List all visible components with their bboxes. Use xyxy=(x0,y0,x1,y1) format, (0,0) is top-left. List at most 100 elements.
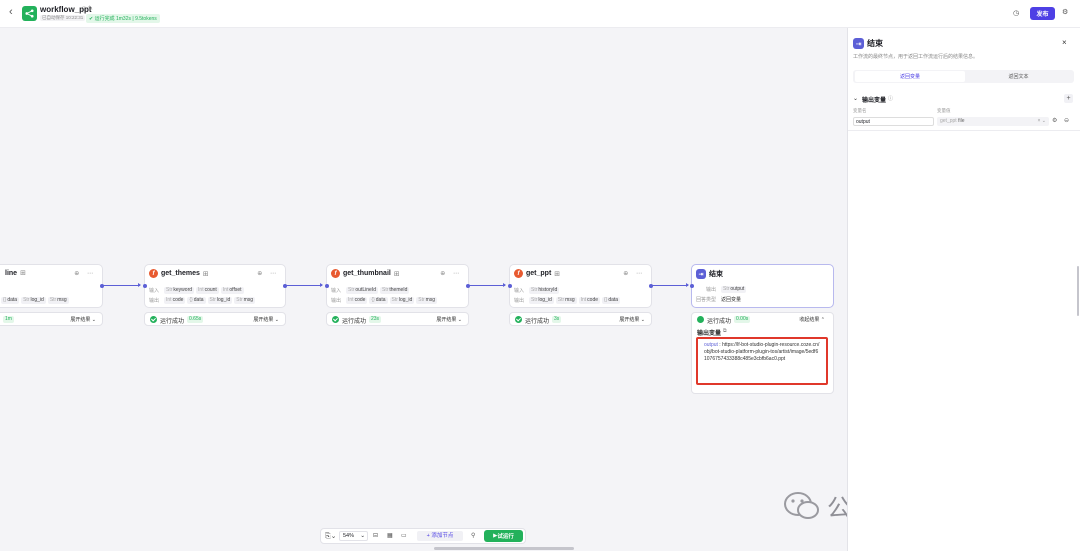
node-info-icon[interactable]: ⊞ xyxy=(20,269,26,277)
input-port[interactable] xyxy=(143,284,147,288)
node-info-icon[interactable]: ⊞ xyxy=(554,270,560,278)
help-icon[interactable]: ⓘ xyxy=(888,95,893,102)
edit-icon[interactable]: ✎ xyxy=(88,5,93,12)
node-title: get_ppt xyxy=(526,270,552,277)
edge-thumbnail-ppt xyxy=(469,285,505,286)
history-icon[interactable]: ◷ xyxy=(1013,9,1019,17)
run-result-bar: 运行成功 3s 展开结果 ⌄ xyxy=(509,312,652,326)
node-info-icon[interactable]: ⊞ xyxy=(203,270,209,278)
tab-return-variable[interactable]: 返回变量 xyxy=(855,71,965,82)
expand-result-button[interactable]: 展开结果 ⌄ xyxy=(619,316,645,323)
run-status: 运行成功 xyxy=(160,319,185,325)
publish-button[interactable]: 发布 xyxy=(1030,7,1055,20)
output-tag: Intcode xyxy=(164,297,186,304)
interaction-mode-icon[interactable]: ⎘⌄ xyxy=(325,532,336,541)
node-get-ppt[interactable]: f get_ppt ⊞ ⊕ ⋯ 输入 StrhistoryId 输出 Strlog_… xyxy=(508,264,653,308)
node-outline[interactable]: line ⊞ ⊕ ⋯ {}data Strlog_id Strmsg xyxy=(0,264,104,308)
node-menu-icon[interactable]: ⊕ ⋯ xyxy=(257,270,279,277)
run-time-badge: 23s xyxy=(369,316,382,323)
variable-value-select[interactable]: get_ppt file × ⌄ xyxy=(937,117,1049,126)
node-menu-icon[interactable]: ⊕ ⋯ xyxy=(623,270,645,277)
output-port[interactable] xyxy=(100,284,104,288)
node-end[interactable]: ⇥ 结束 输出 Stroutput 回答类型 返回变量 xyxy=(690,264,834,308)
panel-scrollbar[interactable] xyxy=(1077,266,1079,316)
output-tag: Strmsg xyxy=(234,297,256,304)
output-tag: {}data xyxy=(187,297,206,304)
settings-icon[interactable]: ⚙ xyxy=(1062,8,1068,16)
add-node-button[interactable]: + 添加节点 xyxy=(417,531,463,541)
node-menu-icon[interactable]: ⊕ ⋯ xyxy=(440,270,462,277)
node-get-thumbnail[interactable]: f get_thumbnail ⊞ ⊕ ⋯ 输入 StroutLineId Strt… xyxy=(325,264,470,308)
node-info-icon[interactable]: ⊞ xyxy=(394,270,400,278)
run-status-badge: ✔ 运行完成 1m32s | 9.5tokens xyxy=(86,14,160,23)
plugin-icon: f xyxy=(331,269,340,278)
expand-result-button[interactable]: 展开结果 ⌄ xyxy=(436,316,462,323)
node-outputs: 输出 Intcode {}data Strlog_id Strmsg xyxy=(149,297,256,304)
expand-result-button[interactable]: 展开结果 ⌄ xyxy=(253,316,279,323)
column-header-name: 变量名 xyxy=(853,108,867,113)
end-node-settings-panel: ⇥ 结束 × 工作流的最终节点，用于返回工作流运行后的结果信息。 返回变量 返回… xyxy=(847,28,1080,551)
node-title: line xyxy=(5,269,18,277)
end-node-type-row: 回答类型 返回变量 xyxy=(696,297,742,303)
run-status: 运行成功 xyxy=(342,319,367,325)
output-tag: Strmsg xyxy=(47,297,69,304)
output-tag: Strmsg xyxy=(555,297,577,304)
input-tag: Intcount xyxy=(196,287,219,294)
result-key: output xyxy=(704,342,718,348)
zoom-select[interactable]: 54% ⌄ xyxy=(339,531,368,541)
output-port[interactable] xyxy=(466,284,470,288)
section-title: 输出变量 xyxy=(862,98,887,104)
run-result-bar: 运行成功 0.65s 展开结果 ⌄ xyxy=(144,312,286,326)
result-url[interactable]: https://lf-bot-studio-plugin-resource.co… xyxy=(704,342,819,362)
section-collapse-icon[interactable]: ⌄ xyxy=(853,95,858,102)
run-time-badge: 0.65s xyxy=(187,316,204,323)
minimap-icon[interactable]: ⊟ xyxy=(373,532,378,539)
workflow-canvas[interactable]: line ⊞ ⊕ ⋯ {}data Strlog_id Strmsg 1m 展开… xyxy=(0,28,847,551)
horizontal-scrollbar[interactable] xyxy=(434,547,574,550)
debug-icon[interactable]: ⚲ xyxy=(471,532,475,539)
output-tag: Strlog_id xyxy=(207,297,233,304)
comment-icon[interactable]: ▭ xyxy=(401,532,407,539)
back-icon[interactable]: ‹ xyxy=(9,6,13,18)
output-port[interactable] xyxy=(649,284,653,288)
tab-bar: 返回变量 返回文本 xyxy=(853,70,1074,83)
input-port[interactable] xyxy=(508,284,512,288)
output-port[interactable] xyxy=(283,284,287,288)
success-icon xyxy=(697,316,704,323)
input-port[interactable] xyxy=(325,284,329,288)
workflow-logo-icon xyxy=(22,6,37,21)
info-icon[interactable]: ⓘ xyxy=(81,5,87,14)
panel-title: 结束 xyxy=(867,39,883,48)
expand-result-button[interactable]: 展开结果 ⌄ xyxy=(70,316,96,323)
run-time-badge: 1m xyxy=(3,316,14,323)
collapse-result-button[interactable]: 收起结果 ⌃ xyxy=(799,316,825,323)
success-icon xyxy=(515,316,522,323)
variable-name-input[interactable]: output xyxy=(853,117,934,126)
edge-line-themes xyxy=(103,285,140,286)
edge-arrow xyxy=(686,283,689,287)
auto-layout-icon[interactable]: ▦ xyxy=(387,532,393,539)
node-title: 结束 xyxy=(709,271,723,278)
end-node-result-panel: 运行成功 0.00s 收起结果 ⌃ 输出变量 ⧉ output : https:… xyxy=(691,312,834,394)
watermark: 公众号 · 斜杠君 xyxy=(783,488,847,523)
plugin-icon: f xyxy=(149,269,158,278)
input-port[interactable] xyxy=(690,284,694,288)
output-tag: Strmsg xyxy=(416,297,438,304)
output-tag: {}data xyxy=(602,297,621,304)
close-icon[interactable]: × xyxy=(1062,38,1067,47)
run-status: 运行成功 xyxy=(525,319,550,325)
variable-settings-icon[interactable]: ⚙ xyxy=(1052,117,1057,124)
node-menu-icon[interactable]: ⊕ ⋯ xyxy=(74,270,96,277)
test-run-button[interactable]: ▶ 试运行 xyxy=(484,530,523,542)
copy-icon[interactable]: ⧉ xyxy=(723,328,727,334)
input-tag: StroutLineId xyxy=(346,287,378,294)
node-inputs: 输入 Strkeyword Intcount Intoffset xyxy=(149,287,244,294)
remove-variable-icon[interactable]: ⊖ xyxy=(1064,117,1069,124)
output-tag: Strlog_id xyxy=(21,297,46,304)
edge-arrow xyxy=(138,283,141,287)
node-get-themes[interactable]: f get_themes ⊞ ⊕ ⋯ 输入 Strkeyword Intcount … xyxy=(143,264,287,308)
run-result-bar: 运行成功 23s 展开结果 ⌄ xyxy=(326,312,469,326)
add-variable-button[interactable]: + xyxy=(1064,94,1073,103)
run-status-text: 运行完成 1m32s | 9.5tokens xyxy=(94,16,157,22)
tab-return-text[interactable]: 返回文本 xyxy=(965,71,1072,82)
